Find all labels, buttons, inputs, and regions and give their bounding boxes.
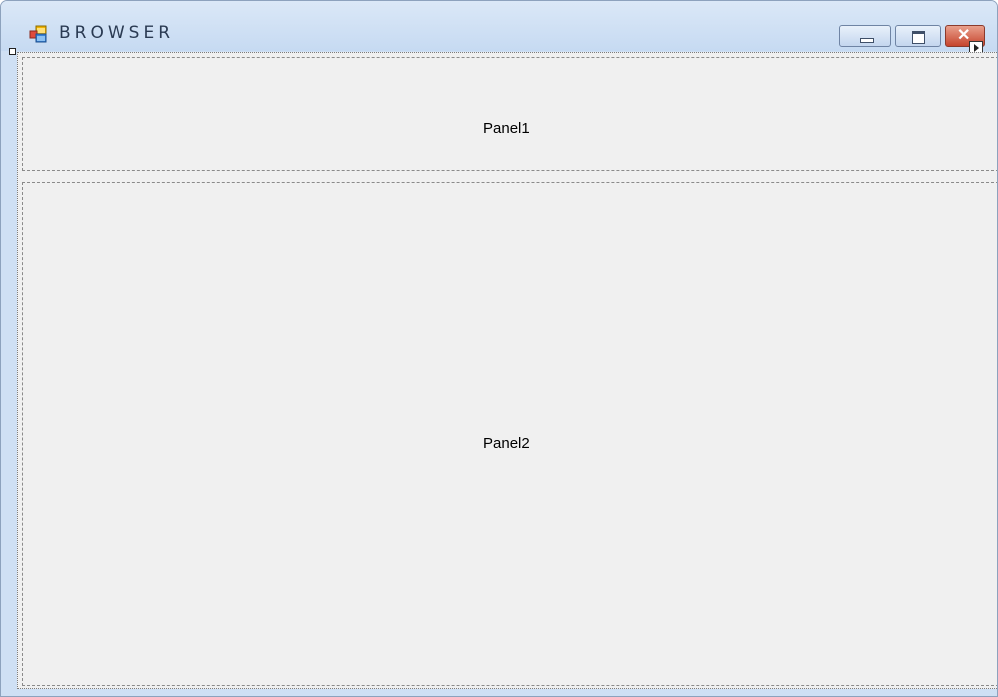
maximize-icon — [912, 31, 925, 44]
selection-handle[interactable] — [9, 48, 16, 55]
panel2-label: Panel2 — [483, 435, 530, 452]
minimize-icon — [860, 38, 874, 43]
app-icon — [29, 25, 47, 43]
panel2[interactable]: Panel2 — [22, 182, 997, 686]
window-title: BROWSER — [59, 23, 175, 43]
form-window: BROWSER ✕ Panel1 Panel2 — [0, 0, 998, 697]
panel1-label: Panel1 — [483, 120, 530, 137]
split-container[interactable]: Panel1 Panel2 — [20, 55, 997, 686]
panel1[interactable]: Panel1 — [22, 57, 997, 171]
form-client-area: Panel1 Panel2 — [17, 52, 997, 689]
maximize-button[interactable] — [895, 25, 941, 47]
minimize-button[interactable] — [839, 25, 891, 47]
title-bar[interactable]: BROWSER ✕ — [1, 1, 997, 51]
